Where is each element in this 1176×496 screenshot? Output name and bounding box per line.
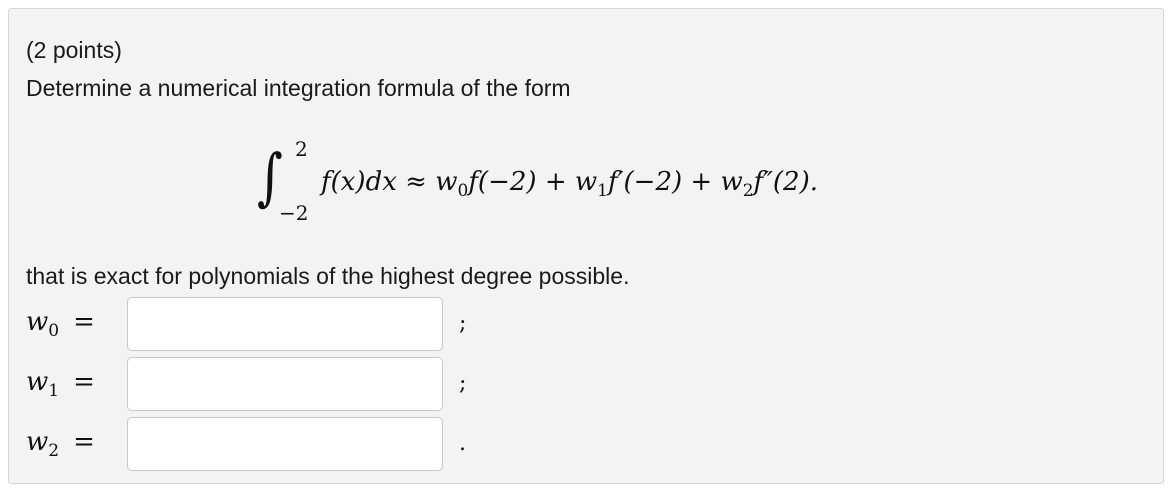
answer-row-w1: w1 = ; (26, 357, 506, 413)
answer-row-w0: w0 = ; (26, 297, 506, 353)
separator: ; (459, 311, 467, 336)
term-1-function: f′(−2) (607, 167, 683, 197)
points-label: (2 points) (26, 37, 122, 63)
answer-label-w1: w1 = (26, 367, 95, 401)
upper-limit: 2 (295, 137, 308, 161)
formula-body: f(x)dx ≈ w0f(−2) + w1f′(−2) + w2f″(2). (321, 167, 818, 201)
w2-input[interactable] (127, 417, 443, 471)
weight-0-subscript: 0 (457, 181, 469, 202)
answer-symbol: w (26, 307, 49, 337)
separator: ; (459, 371, 467, 396)
lower-limit: −2 (279, 201, 309, 225)
answer-symbol: w (26, 367, 49, 397)
answer-subscript: 1 (48, 381, 60, 402)
exactness-statement: that is exact for polynomials of the hig… (26, 263, 630, 289)
integration-formula: ∫ 2 −2 f(x)dx ≈ w0f(−2) + w1f′(−2) + w2f… (257, 137, 957, 227)
answer-label-w2: w2 = (26, 427, 95, 461)
plus-sign: + (544, 167, 567, 197)
answer-subscript: 0 (48, 321, 60, 342)
plus-sign: + (690, 167, 713, 197)
weight-1: w (574, 167, 598, 197)
w0-input[interactable] (127, 297, 443, 351)
equals-sign: = (73, 307, 95, 337)
weight-1-subscript: 1 (597, 181, 608, 202)
answer-symbol: w (26, 427, 49, 457)
term-0-function: f(−2) (468, 167, 537, 197)
answer-subscript: 2 (48, 441, 60, 462)
term-2-function: f″(2). (753, 167, 818, 197)
weight-2: w (720, 167, 743, 197)
answer-row-w2: w2 = . (26, 417, 506, 473)
weight-2-subscript: 2 (742, 181, 754, 202)
separator: . (459, 431, 466, 456)
w1-input[interactable] (127, 357, 443, 411)
approx-symbol: ≈ (405, 167, 427, 197)
equals-sign: = (73, 427, 95, 457)
problem-prompt: Determine a numerical integration formul… (26, 75, 571, 101)
integrand: f(x)dx (321, 167, 397, 197)
problem-card: (2 points) Determine a numerical integra… (8, 8, 1164, 484)
equals-sign: = (73, 367, 95, 397)
weight-0: w (435, 167, 458, 197)
answer-label-w0: w0 = (26, 307, 95, 341)
